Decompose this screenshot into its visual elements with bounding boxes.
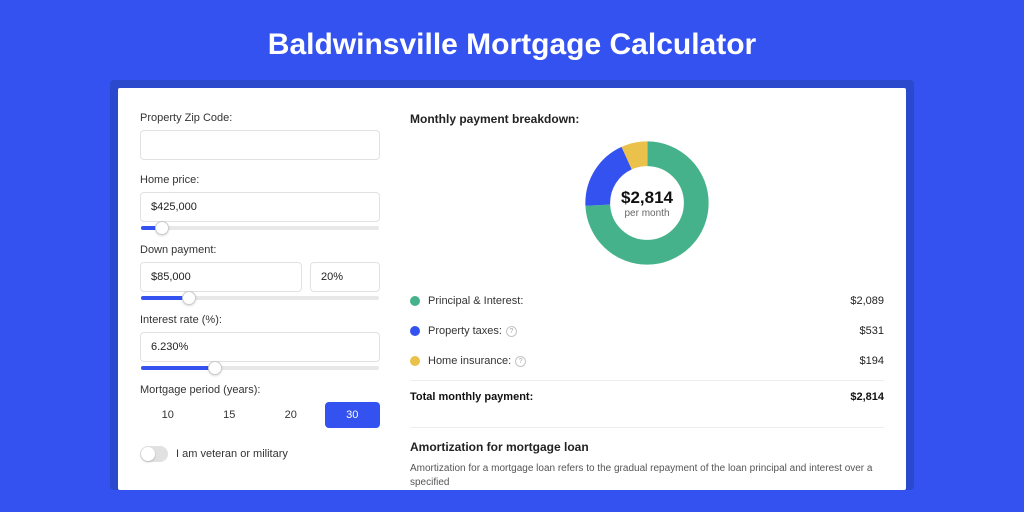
calculator-card: Property Zip Code: Home price: Down paym… (110, 80, 914, 490)
down-label: Down payment: (140, 244, 380, 256)
field-zip: Property Zip Code: (140, 112, 380, 160)
rate-label: Interest rate (%): (140, 314, 380, 326)
info-icon[interactable]: ? (515, 356, 526, 367)
field-price: Home price: (140, 174, 380, 230)
breakdown-title: Monthly payment breakdown: (410, 112, 884, 126)
label-principal: Principal & Interest: (428, 295, 850, 307)
down-row (140, 262, 380, 292)
price-slider[interactable] (141, 226, 379, 230)
period-btn-30[interactable]: 30 (325, 402, 381, 428)
price-slider-thumb[interactable] (155, 221, 169, 235)
period-label: Mortgage period (years): (140, 384, 380, 396)
label-insurance: Home insurance: ? (428, 355, 860, 367)
zip-input[interactable] (140, 130, 380, 160)
veteran-label: I am veteran or military (176, 448, 288, 460)
results-column: Monthly payment breakdown: $2,814 per mo… (406, 112, 884, 490)
row-taxes: Property taxes: ? $531 (410, 316, 884, 346)
donut-sub: per month (624, 208, 669, 219)
amortization-section: Amortization for mortgage loan Amortizat… (410, 427, 884, 490)
zip-label: Property Zip Code: (140, 112, 380, 124)
row-insurance: Home insurance: ? $194 (410, 346, 884, 376)
period-btn-15[interactable]: 15 (202, 402, 258, 428)
down-input[interactable] (140, 262, 302, 292)
field-down: Down payment: (140, 244, 380, 300)
label-taxes: Property taxes: ? (428, 325, 860, 337)
veteran-toggle-dot (141, 447, 155, 461)
val-total: $2,814 (850, 391, 884, 403)
price-label: Home price: (140, 174, 380, 186)
inputs-column: Property Zip Code: Home price: Down paym… (140, 112, 380, 490)
field-period: Mortgage period (years): 10 15 20 30 (140, 384, 380, 428)
info-icon[interactable]: ? (506, 326, 517, 337)
label-total: Total monthly payment: (410, 391, 850, 403)
veteran-toggle[interactable] (140, 446, 168, 462)
rate-slider[interactable] (141, 366, 379, 370)
period-btn-10[interactable]: 10 (140, 402, 196, 428)
rate-input[interactable] (140, 332, 380, 362)
rate-slider-fill (141, 366, 215, 370)
period-btn-20[interactable]: 20 (263, 402, 319, 428)
down-slider-thumb[interactable] (182, 291, 196, 305)
page-title: Baldwinsville Mortgage Calculator (0, 0, 1024, 80)
calculator-inner: Property Zip Code: Home price: Down paym… (118, 88, 906, 490)
rate-slider-thumb[interactable] (208, 361, 222, 375)
donut-chart: $2,814 per month (582, 138, 712, 268)
dot-insurance (410, 356, 420, 366)
period-row: 10 15 20 30 (140, 402, 380, 428)
val-insurance: $194 (860, 355, 884, 367)
amort-text: Amortization for a mortgage loan refers … (410, 462, 884, 490)
row-total: Total monthly payment: $2,814 (410, 380, 884, 413)
down-pct-input[interactable] (310, 262, 380, 292)
row-principal: Principal & Interest: $2,089 (410, 286, 884, 316)
donut-amount: $2,814 (621, 188, 673, 208)
field-rate: Interest rate (%): (140, 314, 380, 370)
val-taxes: $531 (860, 325, 884, 337)
price-input[interactable] (140, 192, 380, 222)
veteran-row: I am veteran or military (140, 446, 380, 462)
val-principal: $2,089 (850, 295, 884, 307)
down-slider[interactable] (141, 296, 379, 300)
amort-title: Amortization for mortgage loan (410, 440, 884, 454)
dot-principal (410, 296, 420, 306)
dot-taxes (410, 326, 420, 336)
donut-center: $2,814 per month (582, 138, 712, 268)
